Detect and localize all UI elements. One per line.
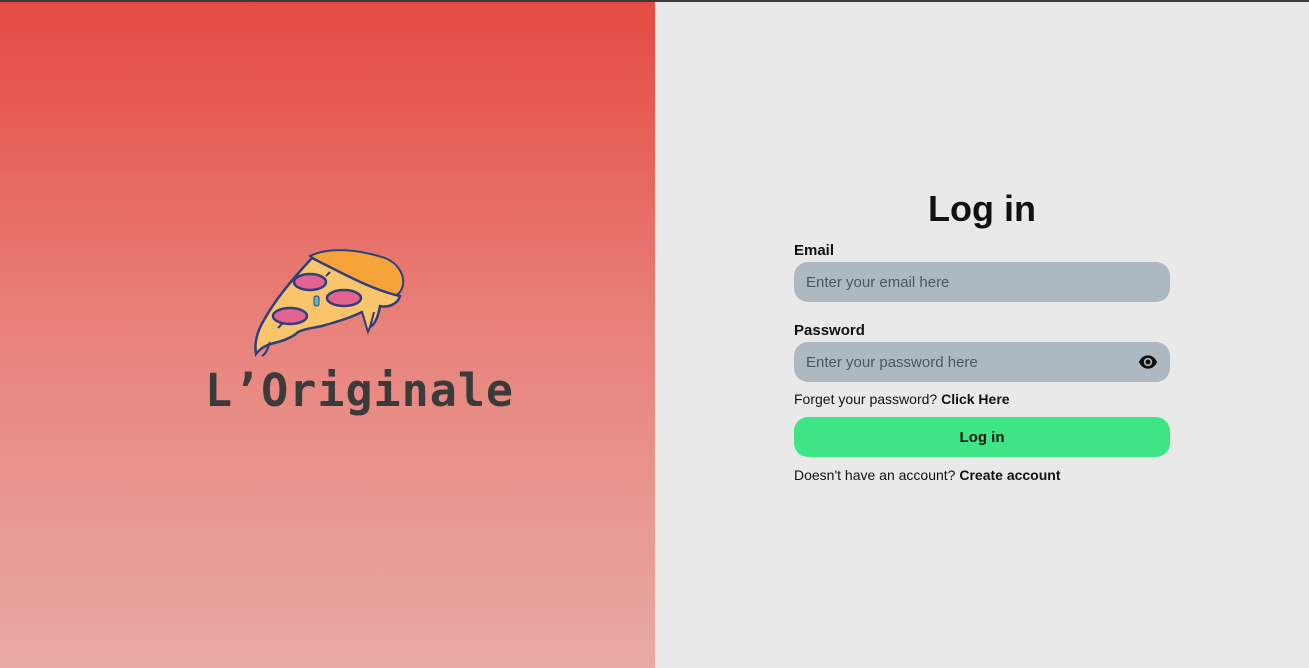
password-field-wrapper — [794, 342, 1170, 382]
pizza-slice-icon — [254, 249, 405, 358]
login-panel: Log in Email Password Forget your passwo… — [655, 2, 1309, 668]
email-label: Email — [794, 242, 835, 259]
password-label: Password — [794, 322, 865, 339]
eye-icon[interactable] — [1138, 353, 1158, 371]
brand-name: L’Originale — [205, 364, 515, 417]
create-account-link[interactable]: Create account — [959, 467, 1060, 483]
email-field-wrapper — [794, 262, 1170, 302]
forgot-password-text: Forget your password? — [794, 391, 938, 407]
no-account-text: Doesn't have an account? — [794, 467, 956, 483]
brand-panel: L’Originale — [0, 2, 655, 668]
page-title: Log in — [928, 188, 1036, 229]
brand-logo: L’Originale — [200, 246, 513, 436]
login-button[interactable]: Log in — [794, 417, 1170, 457]
forgot-password-row: Forget your password? Click Here — [794, 391, 1170, 407]
email-field[interactable] — [794, 262, 1170, 302]
create-account-row: Doesn't have an account? Create account — [794, 467, 1170, 483]
password-field[interactable] — [794, 342, 1170, 382]
login-form: Log in Email Password Forget your passwo… — [794, 186, 1170, 483]
app-window: L’Originale Log in Email Password Forget… — [0, 0, 1309, 668]
forgot-password-link[interactable]: Click Here — [941, 391, 1009, 407]
